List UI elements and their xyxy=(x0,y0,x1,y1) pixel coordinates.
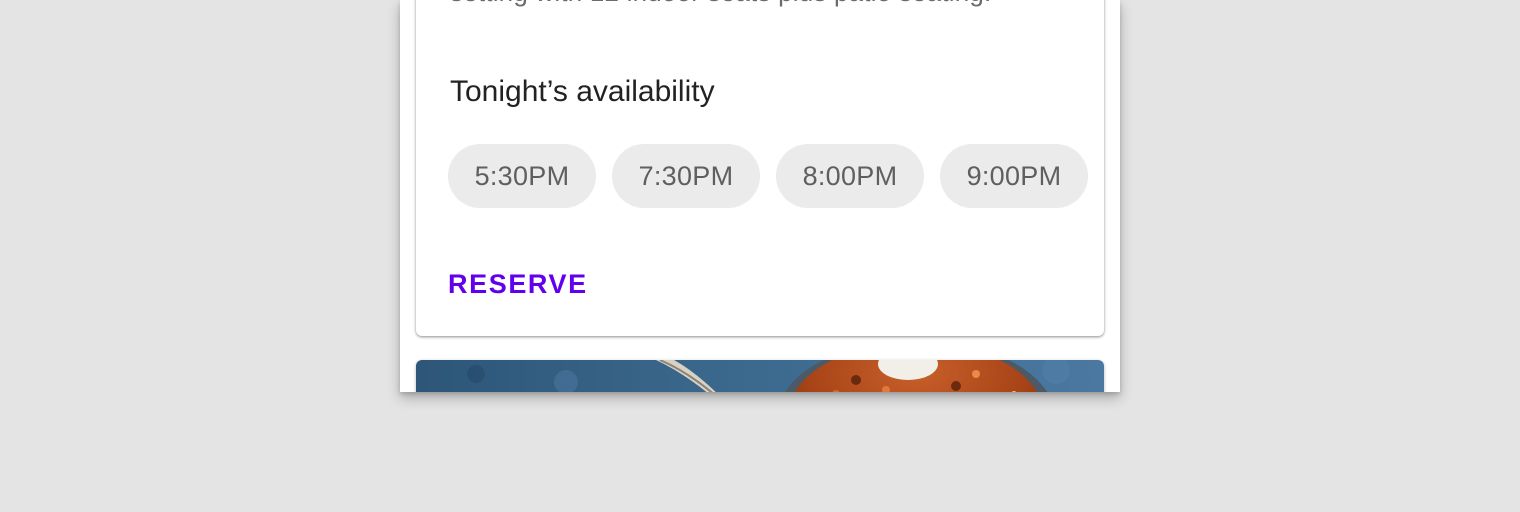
time-chip-800pm[interactable]: 8:00PM xyxy=(776,144,924,208)
time-chip-group: 5:30PM 7:30PM 8:00PM 9:00PM xyxy=(448,144,1088,208)
card-description: setting with 12 indoor seats plus patio … xyxy=(450,0,991,12)
restaurant-card: setting with 12 indoor seats plus patio … xyxy=(416,0,1104,336)
availability-title: Tonight’s availability xyxy=(450,75,715,108)
next-card-food-image[interactable] xyxy=(416,360,1104,392)
time-chip-530pm[interactable]: 5:30PM xyxy=(448,144,596,208)
reserve-button[interactable]: RESERVE xyxy=(448,262,588,306)
food-photo xyxy=(416,360,1104,392)
time-chip-900pm[interactable]: 9:00PM xyxy=(940,144,1088,208)
phone-screen: setting with 12 indoor seats plus patio … xyxy=(400,0,1120,392)
time-chip-730pm[interactable]: 7:30PM xyxy=(612,144,760,208)
